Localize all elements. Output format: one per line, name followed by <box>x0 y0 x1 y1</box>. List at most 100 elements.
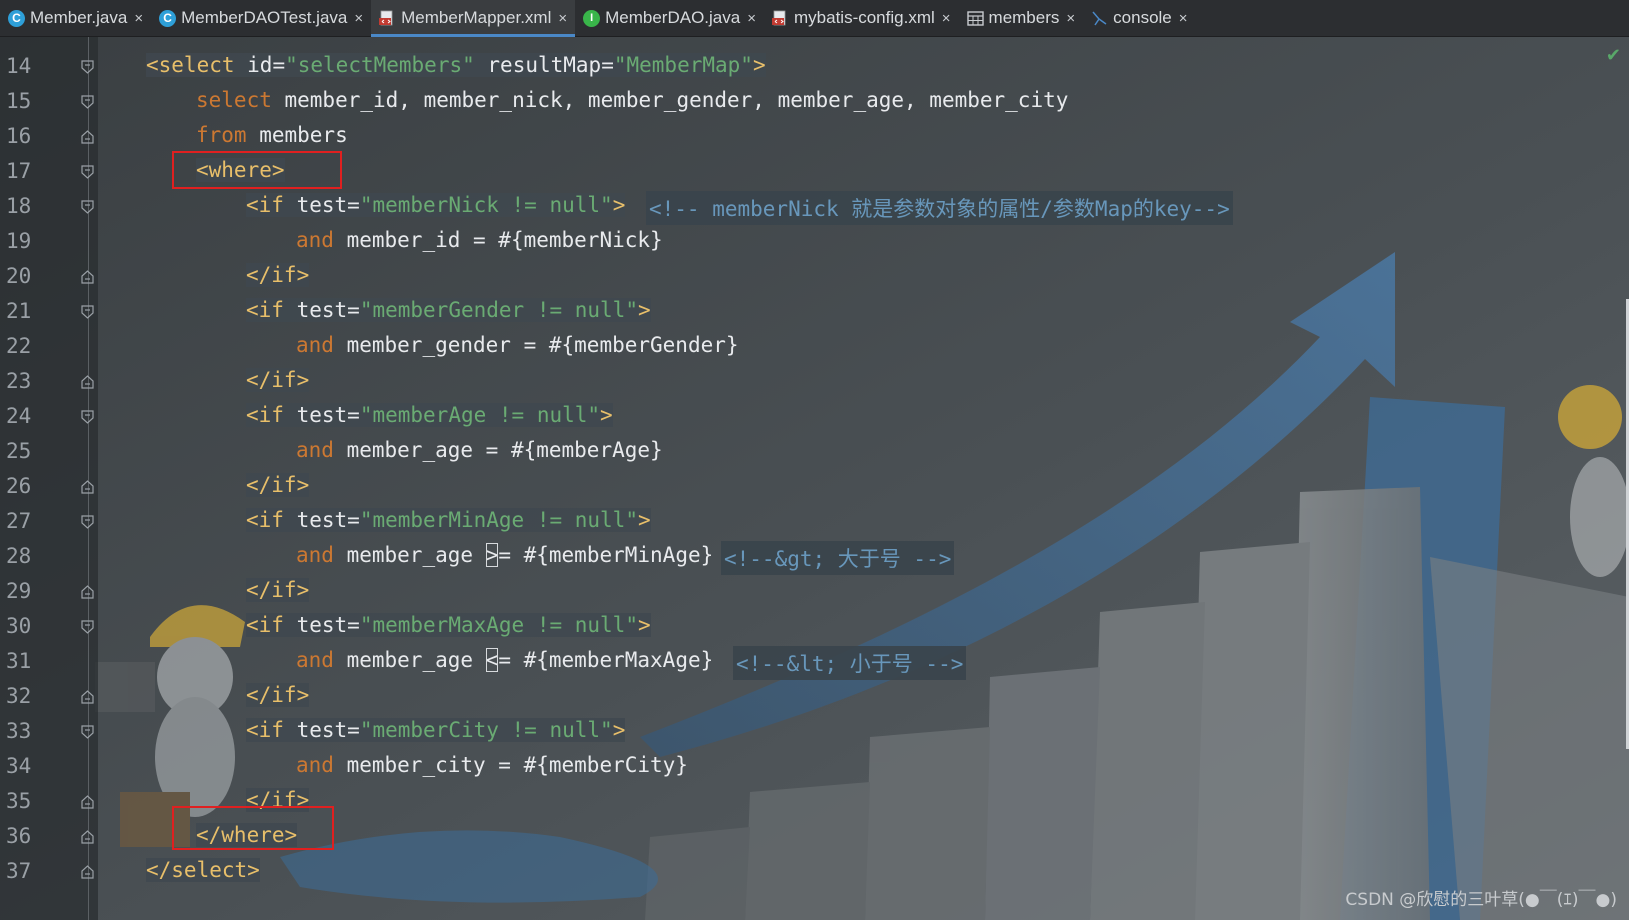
fold-open-icon[interactable] <box>81 410 94 424</box>
code-text: <select id="selectMembers" resultMap="Me… <box>146 53 766 77</box>
code-line[interactable]: 18 <if test="memberNick != null"> <!-- m… <box>0 188 1629 225</box>
tab-memberdao-java[interactable]: I MemberDAO.java × <box>575 0 764 36</box>
fold-close-icon[interactable] <box>81 795 94 809</box>
code-line[interactable]: 37 </select> <box>0 853 1629 889</box>
code-line[interactable]: 25 and member_age = #{memberAge} <box>0 433 1629 469</box>
tab-members-table[interactable]: members × <box>959 0 1084 36</box>
line-number: 33 <box>6 719 32 743</box>
fold-close-icon[interactable] <box>81 585 94 599</box>
tab-memberdaotest-java[interactable]: C MemberDAOTest.java × <box>151 0 371 36</box>
fold-open-icon[interactable] <box>81 725 94 739</box>
code-line[interactable]: 24 <if test="memberAge != null"> <box>0 398 1629 434</box>
fold-open-icon[interactable] <box>81 515 94 529</box>
code-text: and member_age <= #{memberMaxAge} <box>296 648 714 672</box>
code-line[interactable]: 14 <select id="selectMembers" resultMap=… <box>0 48 1629 84</box>
code-line[interactable]: 23 </if> <box>0 363 1629 399</box>
code-line[interactable]: 32 </if> <box>0 678 1629 714</box>
code-text: <if test="memberGender != null"> <box>246 298 651 322</box>
tab-membermapper-xml[interactable]: MemberMapper.xml × <box>371 0 576 37</box>
code-text: <if test="memberMinAge != null"> <box>246 508 651 532</box>
line-number: 26 <box>6 474 32 498</box>
close-icon[interactable]: × <box>1179 10 1188 27</box>
inspection-ok-icon[interactable]: ✔ <box>1606 45 1621 66</box>
code-line[interactable]: 34 and member_city = #{memberCity} <box>0 748 1629 784</box>
tab-mybatis-config-xml[interactable]: mybatis-config.xml × <box>764 0 959 36</box>
fold-open-icon[interactable] <box>81 60 94 74</box>
close-icon[interactable]: × <box>134 10 143 27</box>
tab-label: Member.java <box>30 8 128 27</box>
close-icon[interactable]: × <box>558 10 567 27</box>
tab-console[interactable]: console × <box>1083 0 1195 36</box>
fold-close-icon[interactable] <box>81 270 94 284</box>
code-line[interactable]: 16 from members <box>0 118 1629 154</box>
fold-close-icon[interactable] <box>81 375 94 389</box>
line-number: 25 <box>6 439 32 463</box>
bracket-match-caret: < <box>485 648 499 672</box>
fold-close-icon[interactable] <box>81 130 94 144</box>
console-icon <box>1091 10 1108 27</box>
code-line[interactable]: 27 <if test="memberMinAge != null"> <box>0 503 1629 539</box>
fold-open-icon[interactable] <box>81 305 94 319</box>
code-line[interactable]: 19 and member_id = #{memberNick} <box>0 223 1629 259</box>
editor-tab-bar: C Member.java × C MemberDAOTest.java × M… <box>0 0 1629 37</box>
code-line[interactable]: 28 and member_age >= #{memberMinAge} <!-… <box>0 538 1629 575</box>
line-number: 28 <box>6 544 32 568</box>
where-open-highlight-box <box>172 151 342 189</box>
code-line[interactable]: 33 <if test="memberCity != null"> <box>0 713 1629 749</box>
line-number: 24 <box>6 404 32 428</box>
code-comment: <!--&gt; 大于号 --> <box>721 541 955 575</box>
code-text: <if test="memberNick != null"> <box>246 193 626 217</box>
code-line[interactable]: 22 and member_gender = #{memberGender} <box>0 328 1629 364</box>
line-number: 31 <box>6 649 32 673</box>
code-line[interactable]: 26 </if> <box>0 468 1629 504</box>
bracket-match-caret: > <box>485 543 499 567</box>
code-text: </if> <box>246 578 310 602</box>
code-line[interactable]: 30 <if test="memberMaxAge != null"> <box>0 608 1629 644</box>
line-number: 30 <box>6 614 32 638</box>
tab-label: MemberDAO.java <box>605 8 741 27</box>
close-icon[interactable]: × <box>354 10 363 27</box>
close-icon[interactable]: × <box>942 10 951 27</box>
code-text: and member_gender = #{memberGender} <box>296 333 739 357</box>
line-number: 29 <box>6 579 32 603</box>
fold-close-icon[interactable] <box>81 865 94 879</box>
fold-close-icon[interactable] <box>81 480 94 494</box>
code-text: <if test="memberCity != null"> <box>246 718 626 742</box>
line-number: 35 <box>6 789 32 813</box>
line-number: 34 <box>6 754 32 778</box>
code-text: </if> <box>246 263 310 287</box>
close-icon[interactable]: × <box>1066 10 1075 27</box>
line-number: 19 <box>6 229 32 253</box>
line-number: 27 <box>6 509 32 533</box>
code-line[interactable]: 31 and member_age <= #{memberMaxAge} <!-… <box>0 643 1629 680</box>
java-interface-icon: I <box>583 9 601 27</box>
line-number: 22 <box>6 334 32 358</box>
code-text: </if> <box>246 683 310 707</box>
fold-open-icon[interactable] <box>81 95 94 109</box>
close-icon[interactable]: × <box>747 10 756 27</box>
code-line[interactable]: 21 <if test="memberGender != null"> <box>0 293 1629 329</box>
fold-close-icon[interactable] <box>81 830 94 844</box>
fold-open-icon[interactable] <box>81 165 94 179</box>
code-text: select member_id, member_nick, member_ge… <box>196 88 1069 112</box>
tab-label: mybatis-config.xml <box>794 8 935 27</box>
fold-open-icon[interactable] <box>81 200 94 214</box>
line-number: 36 <box>6 824 32 848</box>
tab-member-java[interactable]: C Member.java × <box>0 0 151 36</box>
code-text: <if test="memberAge != null"> <box>246 403 613 427</box>
fold-close-icon[interactable] <box>81 690 94 704</box>
line-number: 32 <box>6 684 32 708</box>
code-line[interactable]: 20 </if> <box>0 258 1629 294</box>
code-text: </if> <box>246 368 310 392</box>
code-text: </select> <box>146 858 260 882</box>
code-line[interactable]: 15 select member_id, member_nick, member… <box>0 83 1629 119</box>
tab-label: MemberDAOTest.java <box>181 8 348 27</box>
fold-open-icon[interactable] <box>81 620 94 634</box>
code-text: and member_age >= #{memberMinAge} <box>296 543 714 567</box>
java-class-icon: C <box>8 9 25 27</box>
java-class-icon: C <box>159 9 177 27</box>
line-number: 14 <box>6 54 32 78</box>
code-line[interactable]: 29 </if> <box>0 573 1629 609</box>
code-editor[interactable]: 14 <select id="selectMembers" resultMap=… <box>0 37 1629 920</box>
code-text: and member_age = #{memberAge} <box>296 438 663 462</box>
